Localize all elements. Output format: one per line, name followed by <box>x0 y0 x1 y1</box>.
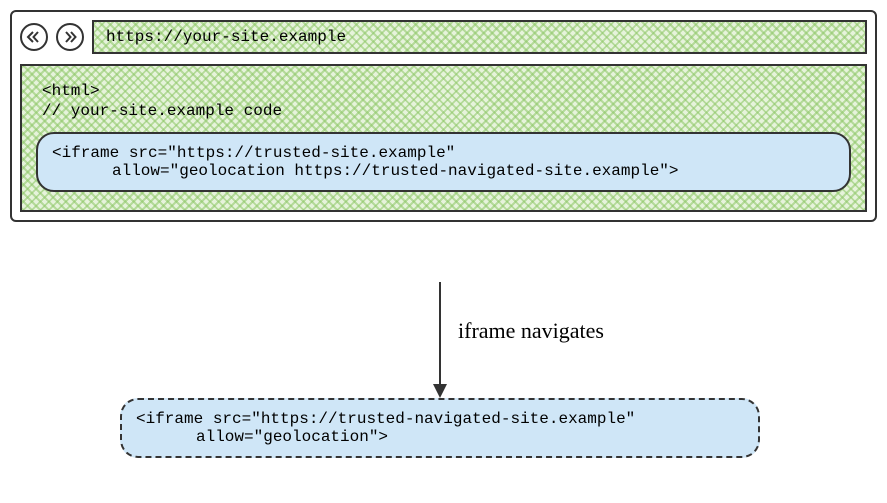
iframe-before-line1: <iframe src="https://trusted-site.exampl… <box>52 144 835 162</box>
forward-icon <box>62 30 78 44</box>
iframe-after: <iframe src="https://trusted-navigated-s… <box>120 398 760 458</box>
arrow-label: iframe navigates <box>458 318 604 344</box>
navigation-arrow <box>428 282 452 400</box>
browser-toolbar: https://your-site.example <box>20 20 867 54</box>
back-button[interactable] <box>20 23 48 51</box>
back-icon <box>26 30 42 44</box>
browser-viewport: <html> // your-site.example code <iframe… <box>20 64 867 212</box>
iframe-before-line2: allow="geolocation https://trusted-navig… <box>52 162 835 180</box>
code-line-html: <html> <box>42 82 851 100</box>
address-bar[interactable]: https://your-site.example <box>92 20 867 54</box>
iframe-before: <iframe src="https://trusted-site.exampl… <box>36 132 851 192</box>
iframe-after-line1: <iframe src="https://trusted-navigated-s… <box>136 410 744 428</box>
url-text: https://your-site.example <box>106 28 346 46</box>
code-line-comment: // your-site.example code <box>42 102 851 120</box>
iframe-after-line2: allow="geolocation"> <box>136 428 744 446</box>
forward-button[interactable] <box>56 23 84 51</box>
browser-window: https://your-site.example <html> // your… <box>10 10 877 222</box>
